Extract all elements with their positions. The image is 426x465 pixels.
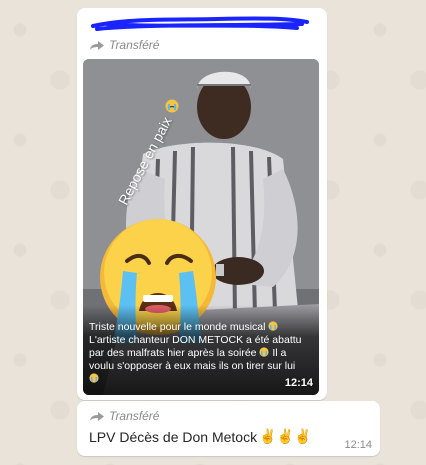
crying-face-emoji (268, 321, 278, 331)
message-timestamp: 12:14 (284, 377, 313, 389)
forwarded-indicator: Transféré (89, 409, 159, 423)
forwarded-label: Transféré (109, 409, 160, 423)
sender-name-redacted-scribble (91, 16, 309, 31)
caption-line-1: Triste nouvelle pour le monde musical (89, 321, 266, 333)
caption-line-3: par des malfrats hier après la soirée (89, 347, 257, 359)
image-caption: Triste nouvelle pour le monde musical L'… (89, 321, 313, 386)
message-timestamp: 12:14 (344, 439, 372, 451)
caption-line-4: Il a (272, 347, 287, 359)
crying-face-emoji (89, 373, 99, 383)
forward-arrow-icon (90, 40, 104, 50)
caption-line-5: voulu s'opposer à eux mais ils on tirer … (89, 360, 296, 372)
crying-face-emoji (165, 99, 179, 113)
victory-hand-emoji: ✌️✌️✌️ (259, 428, 312, 444)
forward-arrow-icon (90, 411, 104, 421)
crying-face-emoji (259, 347, 270, 357)
message-text: LPV Décès de Don Metock ✌️✌️✌️ (89, 428, 311, 445)
message-photo[interactable]: Repose en paix Triste nouvelle pour le m… (83, 59, 319, 395)
forwarded-image-message[interactable]: Transféré Repose en paix Triste nouvelle… (77, 8, 327, 400)
forwarded-indicator: Transféré (89, 38, 159, 52)
caption-line-2: L'artiste chanteur DON METOCK a été abat… (89, 334, 302, 346)
message-body: LPV Décès de Don Metock (89, 428, 258, 445)
forwarded-label: Transféré (109, 38, 160, 52)
forwarded-text-message[interactable]: Transféré LPV Décès de Don Metock ✌️✌️✌️… (77, 401, 380, 456)
